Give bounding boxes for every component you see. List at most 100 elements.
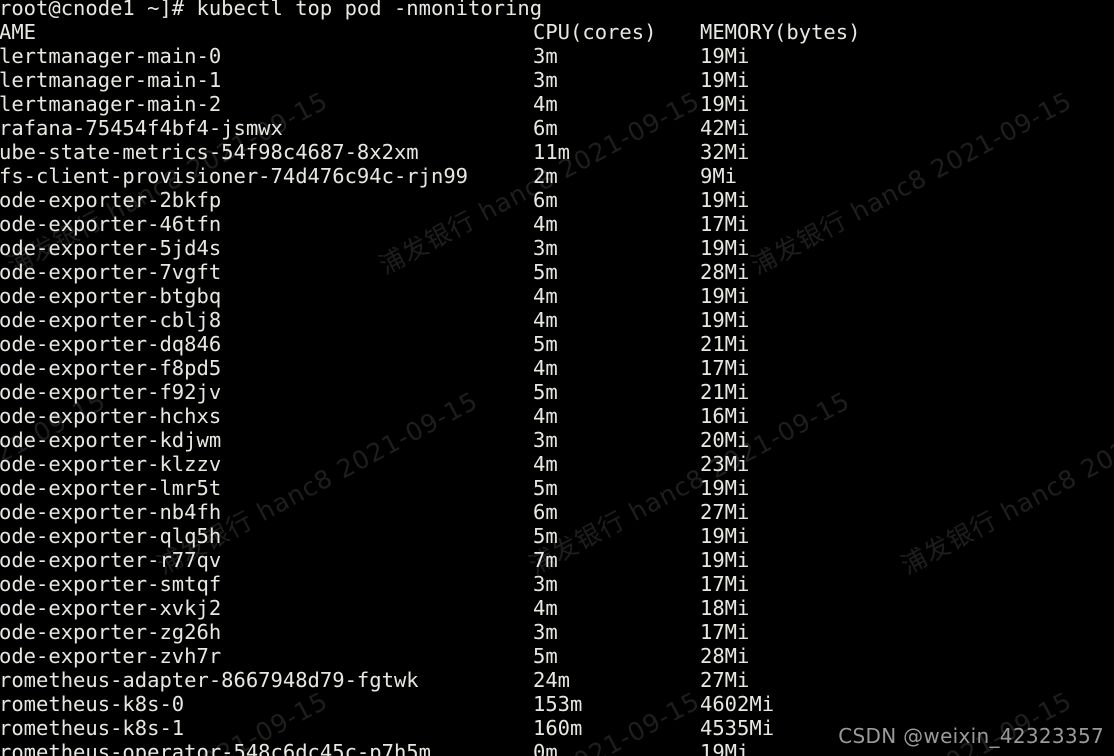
table-header-row: AME CPU(cores) MEMORY(bytes) bbox=[0, 20, 1114, 44]
cell-pod-name: ode-exporter-dq846 bbox=[0, 332, 222, 356]
cell-pod-name: rometheus-k8s-0 bbox=[0, 692, 185, 716]
column-header-cpu: CPU(cores) bbox=[533, 20, 657, 44]
cell-memory: 28Mi bbox=[700, 644, 750, 668]
cell-memory: 19Mi bbox=[700, 68, 750, 92]
cell-pod-name: rometheus-k8s-1 bbox=[0, 716, 185, 740]
cell-pod-name: ode-exporter-f8pd5 bbox=[0, 356, 222, 380]
cell-cpu: 3m bbox=[533, 236, 558, 260]
cell-cpu: 3m bbox=[533, 44, 558, 68]
table-row: ode-exporter-46tfn 4m 17Mi bbox=[0, 212, 1114, 236]
column-header-memory: MEMORY(bytes) bbox=[700, 20, 861, 44]
table-row: ode-exporter-f8pd5 4m 17Mi bbox=[0, 356, 1114, 380]
cell-memory: 19Mi bbox=[700, 236, 750, 260]
cell-memory: 4535Mi bbox=[700, 716, 775, 740]
cell-pod-name: lertmanager-main-0 bbox=[0, 44, 222, 68]
cell-cpu: 0m bbox=[533, 740, 558, 756]
cell-pod-name: ode-exporter-kdjwm bbox=[0, 428, 222, 452]
table-row: ode-exporter-dq846 5m 21Mi bbox=[0, 332, 1114, 356]
cell-memory: 16Mi bbox=[700, 404, 750, 428]
cell-memory: 21Mi bbox=[700, 332, 750, 356]
cell-cpu: 6m bbox=[533, 188, 558, 212]
cell-memory: 19Mi bbox=[700, 284, 750, 308]
cell-memory: 27Mi bbox=[700, 500, 750, 524]
cell-cpu: 4m bbox=[533, 596, 558, 620]
cell-pod-name: ode-exporter-klzzv bbox=[0, 452, 222, 476]
cell-pod-name: fs-client-provisioner-74d476c94c-rjn99 bbox=[0, 164, 468, 188]
table-row: lertmanager-main-2 4m 19Mi bbox=[0, 92, 1114, 116]
cell-memory: 17Mi bbox=[700, 212, 750, 236]
cell-memory: 19Mi bbox=[700, 548, 750, 572]
cell-cpu: 2m bbox=[533, 164, 558, 188]
cell-cpu: 5m bbox=[533, 260, 558, 284]
cell-pod-name: ode-exporter-lmr5t bbox=[0, 476, 222, 500]
csdn-credit-watermark: CSDN @weixin_42323357 bbox=[838, 724, 1104, 748]
table-row: ode-exporter-lmr5t 5m 19Mi bbox=[0, 476, 1114, 500]
cell-pod-name: rafana-75454f4bf4-jsmwx bbox=[0, 116, 283, 140]
cell-pod-name: ode-exporter-2bkfp bbox=[0, 188, 222, 212]
cell-memory: 18Mi bbox=[700, 596, 750, 620]
table-row: ode-exporter-btgbq 4m 19Mi bbox=[0, 284, 1114, 308]
table-row: ode-exporter-5jd4s 3m 19Mi bbox=[0, 236, 1114, 260]
table-row: rometheus-k8s-0 153m 4602Mi bbox=[0, 692, 1114, 716]
table-row: lertmanager-main-0 3m 19Mi bbox=[0, 44, 1114, 68]
cell-cpu: 5m bbox=[533, 332, 558, 356]
column-header-name: AME bbox=[0, 20, 37, 44]
table-row: ode-exporter-f92jv 5m 21Mi bbox=[0, 380, 1114, 404]
cell-cpu: 4m bbox=[533, 404, 558, 428]
cell-pod-name: ode-exporter-xvkj2 bbox=[0, 596, 222, 620]
cell-pod-name: lertmanager-main-1 bbox=[0, 68, 222, 92]
cell-memory: 4602Mi bbox=[700, 692, 775, 716]
cell-memory: 17Mi bbox=[700, 356, 750, 380]
cell-cpu: 153m bbox=[533, 692, 583, 716]
cell-memory: 19Mi bbox=[700, 476, 750, 500]
table-row: lertmanager-main-1 3m 19Mi bbox=[0, 68, 1114, 92]
cell-pod-name: ode-exporter-btgbq bbox=[0, 284, 222, 308]
terminal-output: root@cnode1 ~]# kubectl top pod -nmonito… bbox=[0, 0, 1114, 756]
cell-cpu: 5m bbox=[533, 380, 558, 404]
cell-cpu: 5m bbox=[533, 524, 558, 548]
cell-memory: 32Mi bbox=[700, 140, 750, 164]
cell-memory: 19Mi bbox=[700, 92, 750, 116]
table-row: ode-exporter-hchxs 4m 16Mi bbox=[0, 404, 1114, 428]
cell-cpu: 6m bbox=[533, 500, 558, 524]
cell-memory: 17Mi bbox=[700, 572, 750, 596]
cell-memory: 27Mi bbox=[700, 668, 750, 692]
cell-pod-name: ode-exporter-smtqf bbox=[0, 572, 222, 596]
cell-pod-name: ode-exporter-r77qv bbox=[0, 548, 222, 572]
table-row: ode-exporter-kdjwm 3m 20Mi bbox=[0, 428, 1114, 452]
cell-cpu: 3m bbox=[533, 620, 558, 644]
cell-cpu: 4m bbox=[533, 284, 558, 308]
cell-pod-name: ube-state-metrics-54f98c4687-8x2xm bbox=[0, 140, 419, 164]
terminal-window[interactable]: 浦发银行 hanc8 2021-09-15 浦发银行 hanc8 2021-09-… bbox=[0, 0, 1114, 756]
cell-memory: 19Mi bbox=[700, 188, 750, 212]
table-row: ode-exporter-nb4fh 6m 27Mi bbox=[0, 500, 1114, 524]
cell-pod-name: ode-exporter-hchxs bbox=[0, 404, 222, 428]
table-row: ube-state-metrics-54f98c4687-8x2xm 11m 32M… bbox=[0, 140, 1114, 164]
prompt-text: root@cnode1 ~]# kubectl top pod -nmonito… bbox=[0, 0, 543, 20]
cell-pod-name: ode-exporter-5jd4s bbox=[0, 236, 222, 260]
cell-memory: 9Mi bbox=[700, 164, 738, 188]
table-row: ode-exporter-r77qv 7m 19Mi bbox=[0, 548, 1114, 572]
cell-memory: 19Mi bbox=[700, 44, 750, 68]
cell-cpu: 4m bbox=[533, 452, 558, 476]
table-row: ode-exporter-smtqf 3m 17Mi bbox=[0, 572, 1114, 596]
cell-pod-name: lertmanager-main-2 bbox=[0, 92, 222, 116]
cell-cpu: 4m bbox=[533, 308, 558, 332]
cell-pod-name: ode-exporter-46tfn bbox=[0, 212, 222, 236]
cell-cpu: 4m bbox=[533, 92, 558, 116]
table-row: ode-exporter-zg26h 3m 17Mi bbox=[0, 620, 1114, 644]
cell-memory: 21Mi bbox=[700, 380, 750, 404]
cell-memory: 42Mi bbox=[700, 116, 750, 140]
cell-cpu: 5m bbox=[533, 476, 558, 500]
table-row: rometheus-adapter-8667948d79-fgtwk 24m 27M… bbox=[0, 668, 1114, 692]
table-row: ode-exporter-klzzv 4m 23Mi bbox=[0, 452, 1114, 476]
cell-pod-name: ode-exporter-zg26h bbox=[0, 620, 222, 644]
cell-memory: 19Mi bbox=[700, 524, 750, 548]
cell-cpu: 6m bbox=[533, 116, 558, 140]
cell-memory: 20Mi bbox=[700, 428, 750, 452]
cell-cpu: 4m bbox=[533, 356, 558, 380]
cell-pod-name: ode-exporter-qlq5h bbox=[0, 524, 222, 548]
cell-cpu: 11m bbox=[533, 140, 571, 164]
cell-pod-name: rometheus-operator-548c6dc45c-p7h5m bbox=[0, 740, 431, 756]
cell-memory: 17Mi bbox=[700, 620, 750, 644]
